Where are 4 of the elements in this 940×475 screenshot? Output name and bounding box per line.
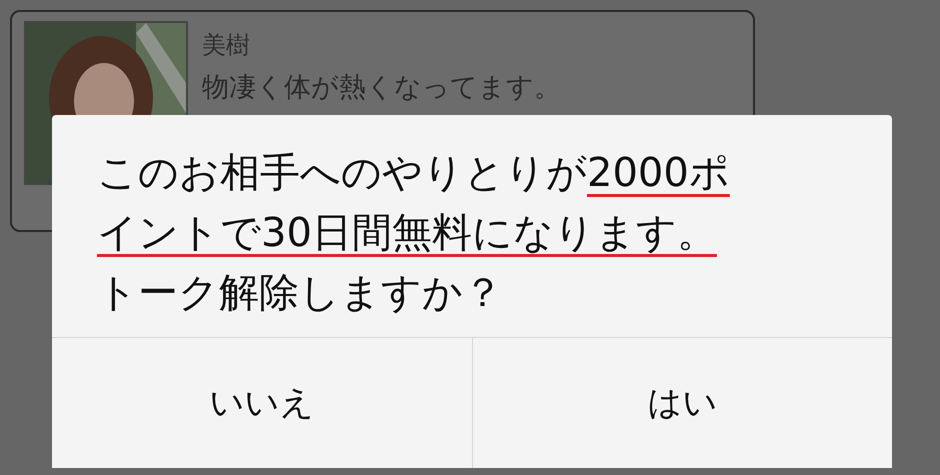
sender-name: 美樹	[202, 30, 251, 61]
chat-message: 物凄く体が熱くなってます。	[202, 71, 561, 105]
dialog-button[interactable]: はい	[472, 338, 892, 468]
dialog-message: このお相手へのやりとりが2000ポ イントで30日間無料になります。 トーク解除しますか？	[96, 149, 731, 318]
